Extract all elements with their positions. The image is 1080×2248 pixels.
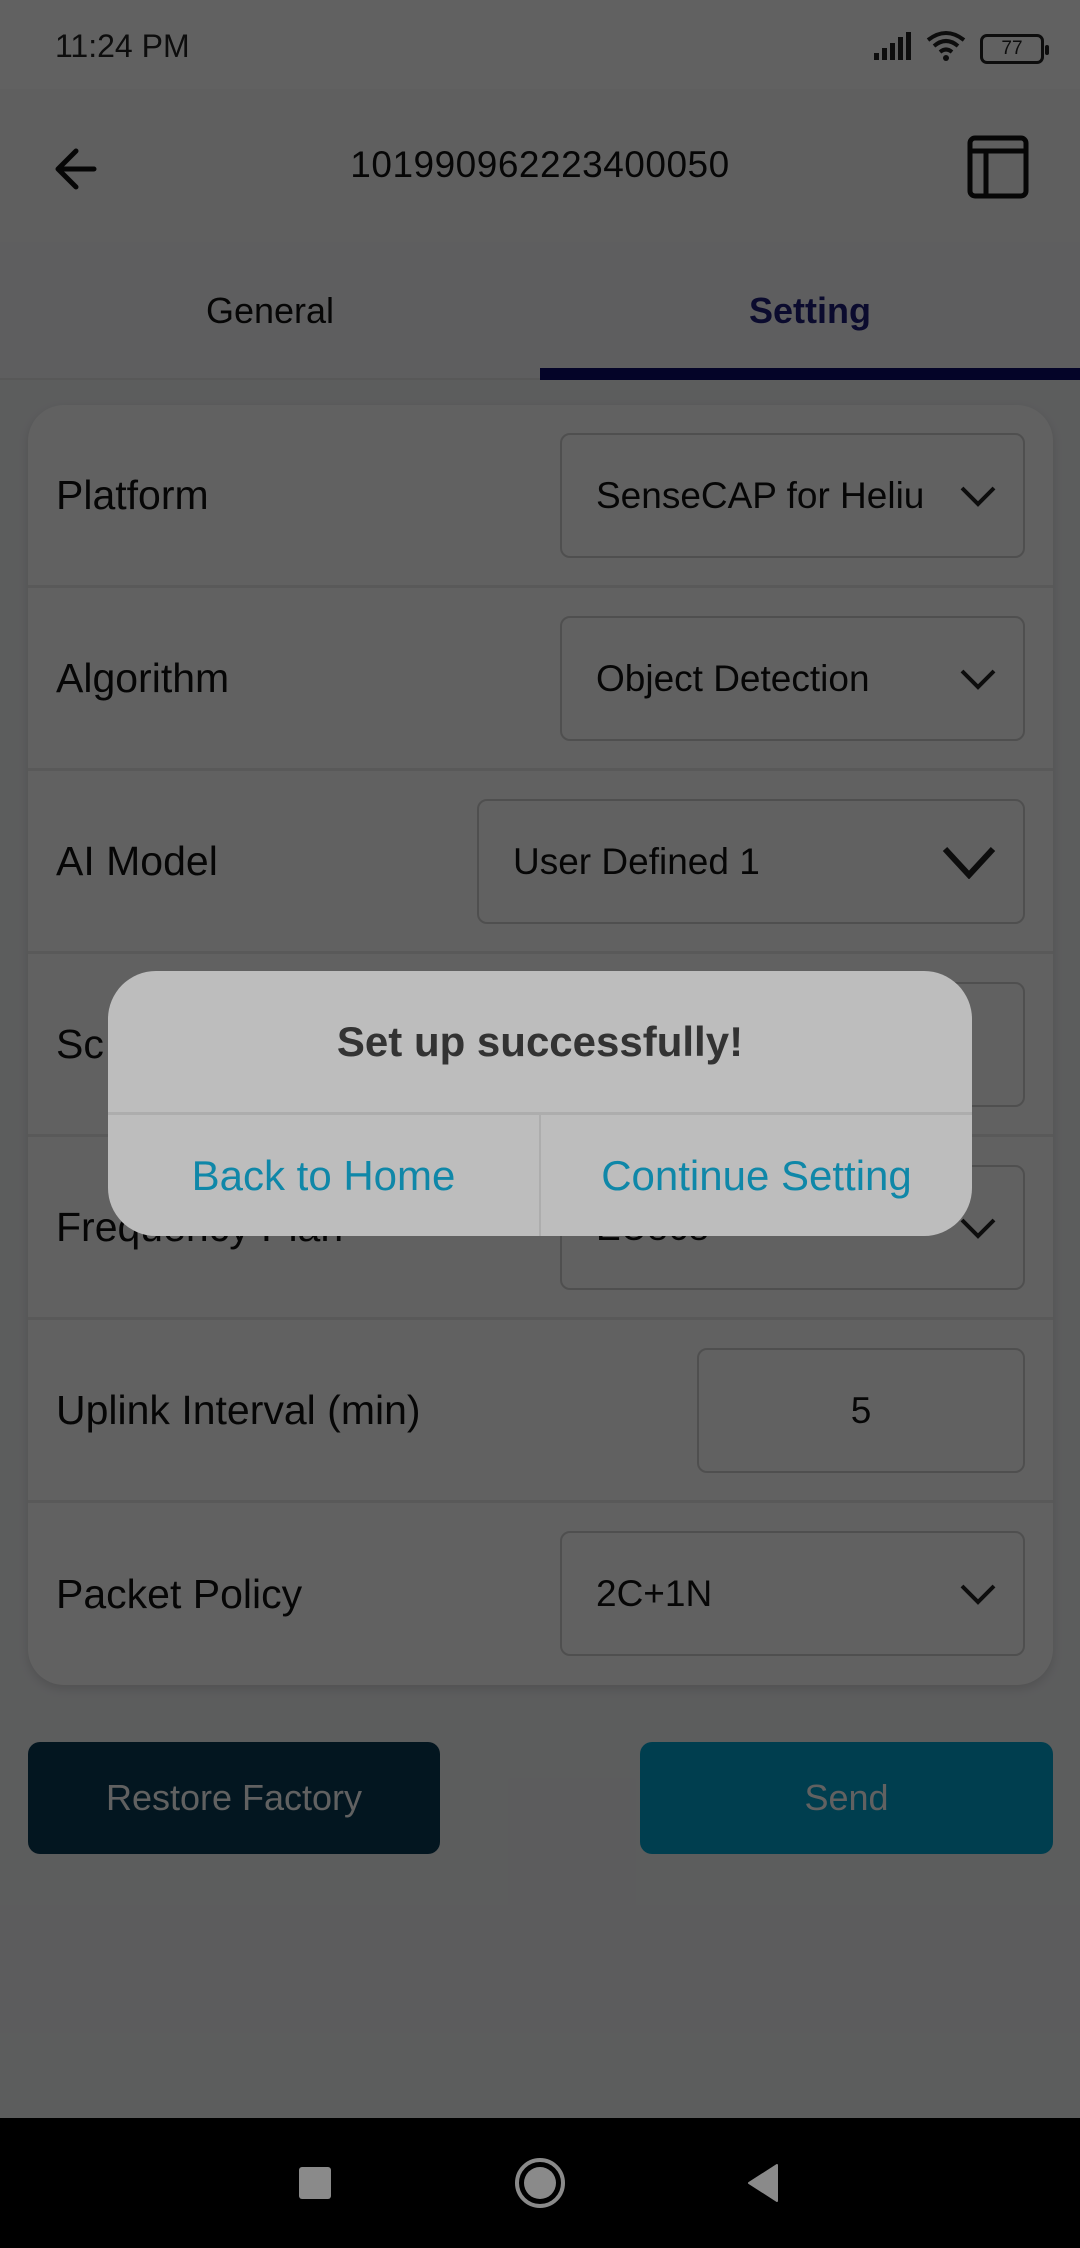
recents-square-icon [299, 2167, 331, 2199]
system-nav-bar [0, 2118, 1080, 2248]
back-triangle-icon [748, 2164, 778, 2202]
success-dialog: Set up successfully! Back to Home Contin… [108, 971, 972, 1236]
nav-back-button[interactable] [702, 2118, 822, 2248]
home-circle-icon [515, 2158, 565, 2208]
dialog-title: Set up successfully! [336, 1017, 744, 1065]
recents-button[interactable] [255, 2118, 375, 2248]
home-button[interactable] [480, 2118, 600, 2248]
continue-setting-button[interactable]: Continue Setting [541, 1115, 972, 1236]
back-to-home-button[interactable]: Back to Home [108, 1115, 539, 1236]
